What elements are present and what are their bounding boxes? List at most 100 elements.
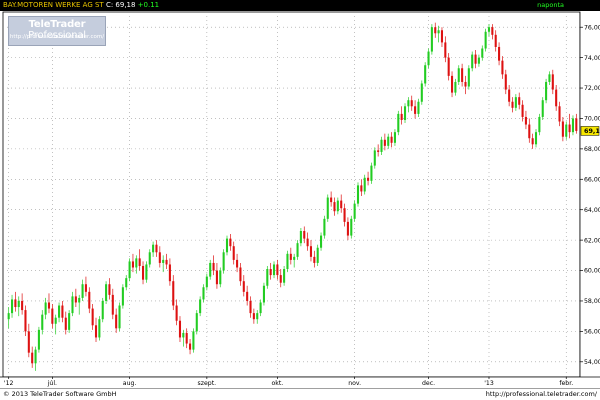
candle-body	[232, 246, 235, 260]
candle-body	[105, 284, 108, 301]
candle-body	[98, 319, 101, 338]
candle-body	[64, 317, 67, 330]
candle-body	[195, 313, 198, 332]
candle-body	[370, 165, 373, 181]
y-tick-label: 68,00	[584, 146, 600, 153]
candle-body	[256, 313, 259, 320]
candle-body	[427, 51, 430, 66]
candle-body	[504, 74, 507, 90]
candle-body	[440, 30, 444, 43]
candle-body	[373, 150, 376, 166]
candle-body	[457, 68, 460, 82]
candle-body	[363, 177, 366, 192]
candle-body	[276, 264, 279, 276]
candle-body	[524, 116, 527, 125]
candle-body	[138, 258, 141, 266]
candle-body	[88, 291, 91, 309]
candle-body	[246, 291, 249, 301]
x-tick-label: nov.	[348, 380, 361, 387]
candle-body	[461, 68, 464, 82]
candle-body	[58, 305, 61, 318]
candle-body	[491, 27, 494, 35]
candle-body	[262, 285, 265, 303]
candle-body	[518, 97, 521, 105]
candle-body	[330, 197, 333, 203]
candle-body	[24, 310, 27, 332]
candle-body	[350, 218, 353, 236]
candle-body	[141, 265, 145, 280]
price-chart[interactable]: 54,00 56,00 58,00 60,00 62,00 64,00 66,00 68,00…	[0, 0, 600, 400]
y-tick-label: 76,00	[584, 24, 600, 31]
last-price-label: 69,18	[584, 127, 600, 135]
candle-body	[360, 185, 363, 192]
candle-body	[531, 138, 534, 145]
y-tick-label: 54,00	[584, 359, 600, 366]
candle-body	[511, 101, 514, 108]
candle-body	[417, 101, 420, 114]
candle-body	[37, 329, 40, 350]
candle-body	[84, 284, 87, 292]
candle-body	[158, 252, 161, 263]
candle-body	[538, 116, 541, 133]
y-tick-label: 58,00	[584, 298, 600, 305]
candle-body	[484, 31, 487, 49]
candle-body	[471, 54, 474, 69]
candle-body	[286, 253, 289, 270]
candle-body	[303, 231, 306, 239]
candle-body	[320, 235, 323, 248]
y-axis-band	[580, 12, 600, 377]
candle-body	[555, 89, 558, 107]
candle-body	[115, 314, 118, 329]
candle-body	[78, 297, 81, 303]
candle-body	[202, 287, 205, 300]
candle-body	[168, 264, 171, 282]
candle-body	[501, 60, 504, 75]
candle-body	[336, 200, 339, 212]
candle-body	[316, 247, 319, 263]
candle-body	[252, 313, 255, 320]
candle-body	[225, 238, 229, 253]
candle-body	[239, 267, 242, 282]
copyright-text: © 2013 TeleTrader Software GmbH	[3, 390, 117, 398]
candle-body	[162, 259, 165, 263]
candle-body	[367, 177, 370, 181]
candle-body	[414, 106, 417, 114]
candle-body	[212, 262, 215, 271]
candle-body	[266, 269, 269, 286]
candle-body	[10, 299, 14, 314]
candle-body	[313, 256, 316, 263]
candle-body	[477, 57, 480, 64]
candle-body	[346, 221, 349, 236]
candle-body	[494, 34, 497, 47]
candle-body	[111, 294, 114, 315]
candle-body	[340, 200, 343, 209]
candle-body	[571, 118, 575, 133]
candle-body	[7, 313, 10, 320]
chart-footer: © 2013 TeleTrader Software GmbH http://p…	[0, 389, 600, 400]
candle-body	[521, 104, 524, 117]
candle-body	[558, 106, 561, 122]
y-tick-label: 64,00	[584, 207, 600, 214]
candle-body	[44, 302, 47, 315]
candle-body	[192, 331, 195, 350]
x-axis-band	[0, 377, 600, 389]
candle-body	[343, 208, 346, 222]
candle-body	[51, 308, 54, 324]
candle-body	[333, 202, 336, 212]
candle-body	[575, 118, 578, 131]
x-tick-label: febr.	[559, 380, 573, 387]
candle-body	[309, 246, 313, 257]
candle-body	[135, 258, 138, 268]
footer-url[interactable]: http://professional.teletrader.com/	[486, 390, 597, 398]
candle-body	[383, 139, 386, 146]
x-tick-label: '13	[484, 380, 494, 387]
candle-body	[514, 97, 517, 108]
candle-body	[481, 48, 484, 58]
candle-body	[561, 121, 564, 137]
candle-body	[323, 218, 326, 236]
candle-body	[420, 83, 423, 102]
candle-body	[91, 308, 94, 326]
candle-body	[74, 296, 77, 303]
plot-frame	[2, 11, 581, 378]
candle-body	[487, 27, 491, 32]
